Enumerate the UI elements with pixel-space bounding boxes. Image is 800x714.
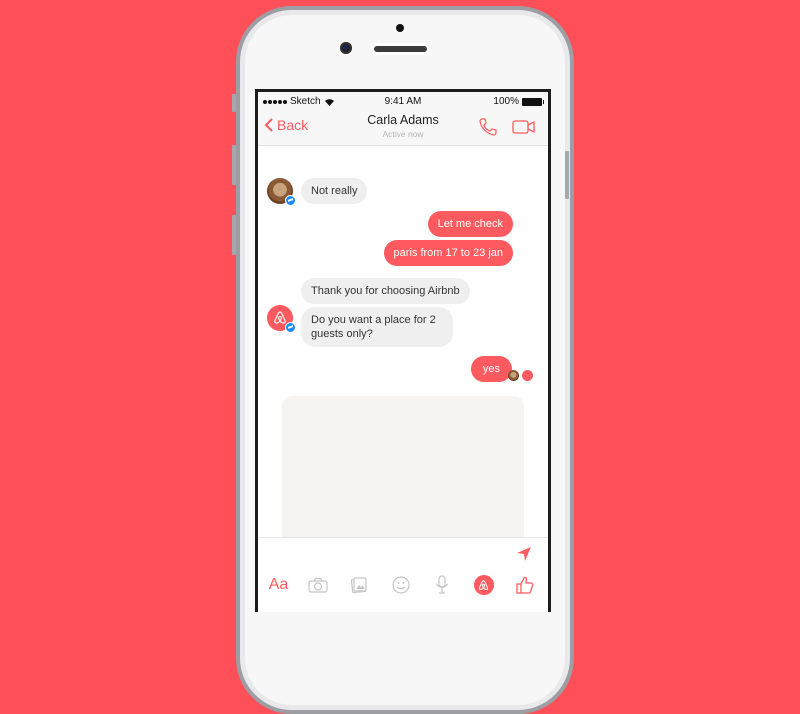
listing-card[interactable]: [282, 396, 524, 546]
messenger-badge-icon: [285, 322, 296, 333]
mute-switch: [232, 94, 236, 112]
seen-by-carla-avatar: [508, 370, 519, 381]
message-bubble[interactable]: Thank you for choosing Airbnb: [301, 278, 470, 304]
message-bubble[interactable]: Not really: [301, 178, 368, 204]
battery-icon: [522, 97, 544, 106]
navigation-bar: Back Carla Adams Active now: [258, 110, 548, 145]
microphone-icon: [436, 575, 449, 594]
video-camera-icon[interactable]: [512, 119, 536, 135]
message-bubble[interactable]: Let me check: [427, 211, 513, 237]
screen: Sketch 9:41 AM 100% Back Carla Adams Act…: [255, 89, 551, 612]
volume-down-button: [232, 215, 236, 255]
message-bubble[interactable]: Do you want a place for 2 guests only?: [301, 307, 453, 347]
text-format-button[interactable]: Aa: [269, 573, 289, 597]
front-camera: [340, 42, 352, 54]
camera-button[interactable]: [306, 573, 330, 597]
proximity-sensor: [396, 24, 404, 32]
airbnb-app-button[interactable]: [472, 573, 496, 597]
top-bar: Sketch 9:41 AM 100% Back Carla Adams Act…: [258, 92, 548, 146]
gallery-button[interactable]: [347, 573, 371, 597]
phone-icon[interactable]: [478, 117, 498, 137]
message-bubble[interactable]: paris from 17 to 23 jan: [383, 240, 513, 266]
like-button[interactable]: [513, 573, 537, 597]
contact-name: Carla Adams: [367, 113, 439, 127]
messenger-badge-icon: [285, 195, 296, 206]
composer-toolbar: Aa: [258, 572, 548, 598]
seen-by-airbnb-avatar: [522, 370, 533, 381]
message-bubble[interactable]: yes: [470, 356, 512, 382]
battery-percent: 100%: [493, 96, 519, 107]
emoji-button[interactable]: [389, 573, 413, 597]
airbnb-logo-icon: [479, 579, 489, 590]
photo-gallery-icon: [351, 577, 367, 594]
smiley-icon: [392, 576, 410, 594]
send-arrow-icon[interactable]: [516, 546, 532, 562]
earpiece-speaker: [374, 46, 427, 52]
voice-button[interactable]: [430, 573, 454, 597]
airbnb-logo-icon: [274, 311, 286, 324]
composer: Aa: [258, 537, 548, 608]
thumbs-up-icon: [516, 576, 534, 594]
presence-status: Active now: [382, 129, 424, 139]
power-button: [565, 151, 569, 199]
volume-up-button: [232, 145, 236, 185]
camera-icon: [308, 577, 328, 593]
status-bar: Sketch 9:41 AM 100%: [258, 92, 548, 110]
